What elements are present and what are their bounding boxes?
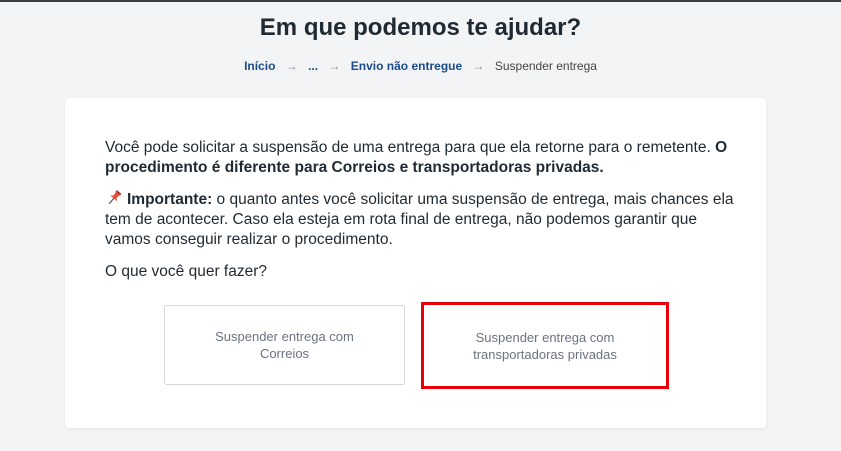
important-label: Importante: [127,191,213,208]
option-correios-label: Suspender entrega com Correios [215,329,354,361]
breadcrumb-current: Suspender entrega [494,59,597,73]
breadcrumb-ellipsis-link[interactable]: ... [308,59,318,73]
intro-paragraph: Você pode solicitar a suspensão de uma e… [105,138,735,178]
breadcrumb-home-link[interactable]: Início [244,59,275,73]
intro-text: Você pode solicitar a suspensão de uma e… [105,139,716,156]
breadcrumb: Início → ... → Envio não entregue → Susp… [0,59,841,73]
option-correios-button[interactable]: Suspender entrega com Correios [164,305,405,385]
important-paragraph: Importante: o quanto antes você solicita… [105,190,735,250]
arrow-right-icon: → [472,59,485,73]
breadcrumb-envio-link[interactable]: Envio não entregue [351,59,462,73]
pushpin-icon [105,190,123,206]
help-content: Você pode solicitar a suspensão de uma e… [105,138,735,282]
option-transportadoras-button[interactable]: Suspender entrega com transportadoras pr… [421,302,669,389]
option-transportadoras-label: Suspender entrega com transportadoras pr… [473,329,617,362]
help-card: Você pode solicitar a suspensão de uma e… [65,98,766,428]
question-text: O que você quer fazer? [105,263,267,280]
arrow-right-icon: → [328,59,341,73]
page-title: Em que podemos te ajudar? [259,14,582,41]
arrow-right-icon: → [285,59,298,73]
top-border [0,0,841,2]
